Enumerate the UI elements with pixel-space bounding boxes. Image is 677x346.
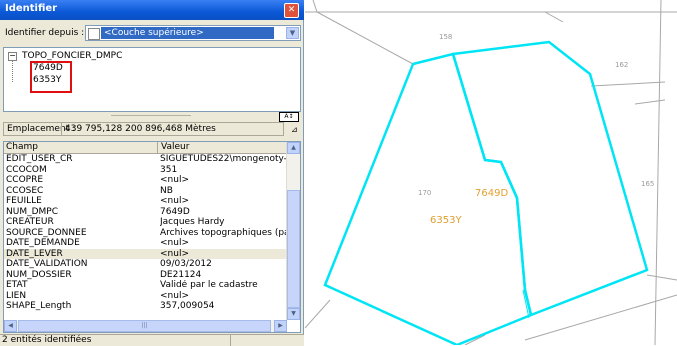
location-bar: Emplacement : 439 795,128 200 896,468 Mè…: [3, 122, 284, 136]
table-row[interactable]: FEUILLE <nul>: [4, 196, 287, 206]
parcel-number-162: 162: [615, 61, 629, 69]
field-value-cell: Validé par le cadastre: [160, 280, 258, 290]
table-row[interactable]: EDIT_USER_CR SIGUETUDES22\mongenoty-c: [4, 154, 287, 164]
table-row[interactable]: CCOPRE <nul>: [4, 175, 287, 185]
field-name-cell: CCOCOM: [6, 164, 47, 175]
table-row[interactable]: DATE_DEMANDE <nul>: [4, 238, 287, 248]
column-header-field[interactable]: Champ: [6, 142, 38, 153]
identify-panel: Identifier ✕ Identifier depuis : <Couche…: [0, 0, 304, 346]
status-bar: 2 entités identifiées: [0, 334, 304, 346]
highlight-box: [30, 61, 72, 93]
tree-layer-node[interactable]: TOPO_FONCIER_DMPC: [22, 51, 122, 61]
tree-connector: [12, 60, 31, 82]
horizontal-scroll-thumb[interactable]: |||: [18, 320, 271, 332]
field-value-cell: 351: [160, 164, 178, 175]
layer-swatch-icon: [88, 28, 100, 40]
table-row[interactable]: NUM_DOSSIER DE21124: [4, 270, 287, 280]
field-value-cell: <nul>: [160, 175, 189, 185]
panel-splitter[interactable]: A↕: [3, 112, 301, 122]
status-divider: [230, 335, 231, 346]
identify-from-value: <Couche supérieure>: [101, 27, 274, 39]
field-value-cell: Archives topographiques (papier): [160, 227, 287, 238]
table-row[interactable]: NUM_DMPC 7649D: [4, 207, 287, 217]
parcel-number-165: 165: [641, 180, 655, 188]
dmpc-label-7649d: 7649D: [475, 188, 509, 199]
vertical-scroll-thumb[interactable]: [287, 190, 300, 308]
field-name-cell: LIEN: [6, 290, 27, 301]
scroll-left-icon[interactable]: ◀: [4, 320, 17, 332]
map-canvas[interactable]: [305, 0, 677, 345]
table-row[interactable]: ETAT Validé par le cadastre: [4, 280, 287, 290]
field-name-cell: CCOSEC: [6, 185, 44, 196]
field-name-cell: FEUILLE: [6, 196, 42, 206]
window-title: Identifier: [5, 3, 58, 14]
field-name-cell: DATE_LEVER: [6, 248, 63, 259]
map-view[interactable]: 158 162 165 170 7649D 6353Y: [305, 0, 677, 345]
results-tree: − TOPO_FONCIER_DMPC 7649D 6353Y: [3, 47, 301, 112]
table-row[interactable]: LIEN <nul>: [4, 291, 287, 301]
status-text: 2 entités identifiées: [2, 335, 92, 345]
table-row[interactable]: CCOCOM 351: [4, 165, 287, 175]
field-value-cell: SIGUETUDES22\mongenoty-c: [160, 154, 287, 164]
location-pin-icon[interactable]: ⊿: [291, 125, 298, 134]
table-row[interactable]: SOURCE_DONNEE Archives topographiques (pa…: [4, 228, 287, 238]
field-name-cell: ETAT: [6, 280, 28, 290]
field-name-cell: CCOPRE: [6, 175, 44, 185]
table-row[interactable]: DATE_LEVER <nul>: [4, 248, 287, 259]
field-value-cell: 09/03/2012: [160, 259, 212, 269]
identify-from-label: Identifier depuis :: [5, 28, 85, 38]
parcel-number-158: 158: [439, 33, 453, 41]
identify-from-dropdown[interactable]: <Couche supérieure> ▼: [85, 25, 301, 41]
grid-header: Champ Valeur: [4, 142, 287, 154]
parcel-lines: [305, 0, 677, 345]
field-name-cell: SHAPE_Length: [6, 301, 72, 311]
field-value-cell: <nul>: [160, 248, 189, 259]
table-row[interactable]: CREATEUR Jacques Hardy: [4, 217, 287, 227]
column-header-value[interactable]: Valeur: [157, 142, 288, 153]
sort-toggle-icon[interactable]: A↕: [279, 112, 299, 122]
scroll-right-icon[interactable]: ▶: [274, 320, 287, 332]
field-value-cell: DE21124: [160, 269, 202, 280]
close-icon[interactable]: ✕: [284, 3, 299, 18]
title-bar[interactable]: Identifier ✕: [0, 0, 304, 20]
field-value-cell: 357,009054: [160, 301, 215, 311]
field-name-cell: DATE_VALIDATION: [6, 259, 88, 269]
field-name-cell: CREATEUR: [6, 217, 54, 227]
attribute-grid: Champ Valeur EDIT_USER_CR SIGUETUDES22\mo…: [3, 141, 301, 333]
table-row[interactable]: CCOSEC NB: [4, 186, 287, 196]
table-row[interactable]: DATE_VALIDATION 09/03/2012: [4, 259, 287, 269]
field-value-cell: <nul>: [160, 290, 189, 301]
table-row[interactable]: SHAPE_Length 357,009054: [4, 301, 287, 311]
parcel-number-170: 170: [418, 189, 432, 197]
field-value-cell: 7649D: [160, 206, 190, 217]
field-value-cell: <nul>: [160, 238, 189, 248]
scroll-up-icon[interactable]: ▲: [287, 142, 300, 154]
scroll-down-icon[interactable]: ▼: [287, 308, 300, 320]
field-name-cell: NUM_DMPC: [6, 206, 58, 217]
chevron-down-icon[interactable]: ▼: [286, 27, 299, 39]
field-value-cell: Jacques Hardy: [160, 217, 225, 227]
field-value-cell: NB: [160, 185, 173, 196]
dmpc-label-6353y: 6353Y: [430, 215, 462, 226]
field-name-cell: DATE_DEMANDE: [6, 238, 80, 248]
field-name-cell: SOURCE_DONNEE: [6, 227, 87, 238]
field-value-cell: <nul>: [160, 196, 189, 206]
field-name-cell: EDIT_USER_CR: [6, 154, 73, 164]
location-value: 439 795,128 200 896,468 Mètres: [61, 123, 287, 135]
field-name-cell: NUM_DOSSIER: [6, 269, 72, 280]
horizontal-scrollbar[interactable]: ◀ ||| ▶: [4, 320, 287, 332]
vertical-scrollbar[interactable]: ▲ ▼: [286, 142, 300, 320]
splitter-grip[interactable]: [111, 115, 191, 116]
